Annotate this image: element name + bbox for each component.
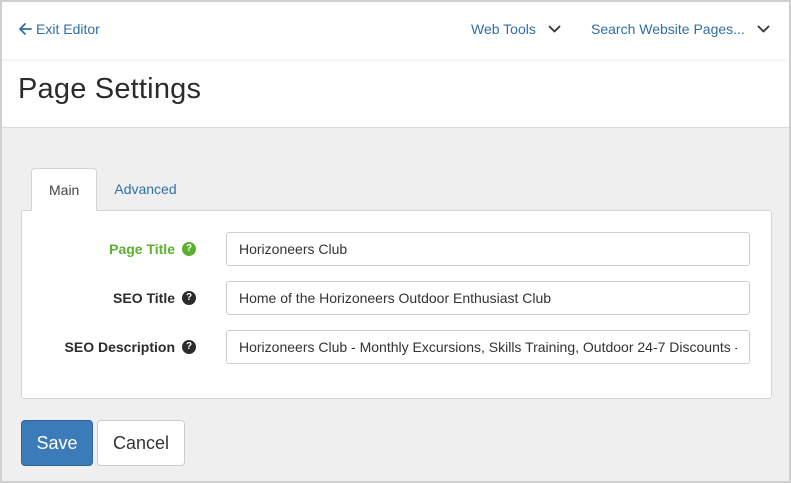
search-pages-dropdown[interactable]: Search Website Pages...	[591, 21, 770, 37]
page-title-label: Page Title ?	[109, 232, 196, 266]
main-settings-panel: Page Title ? SEO Title ? SEO Description…	[21, 210, 772, 399]
web-tools-label: Web Tools	[471, 21, 536, 37]
save-button[interactable]: Save	[21, 420, 93, 466]
seo-description-label-text: SEO Description	[64, 339, 175, 355]
exit-editor-label: Exit Editor	[36, 21, 100, 37]
arrow-left-icon	[19, 23, 32, 35]
chevron-down-icon	[548, 25, 561, 33]
page-title-row: Page Title ?	[22, 232, 771, 266]
tab-advanced[interactable]: Advanced	[97, 168, 193, 211]
web-tools-dropdown[interactable]: Web Tools	[471, 21, 561, 37]
chevron-down-icon	[757, 25, 770, 33]
cancel-button[interactable]: Cancel	[97, 420, 185, 466]
help-icon[interactable]: ?	[182, 242, 196, 256]
page-title-label-text: Page Title	[109, 241, 175, 257]
exit-editor-link[interactable]: Exit Editor	[19, 21, 100, 37]
editor-window: Exit Editor Web Tools Search Website Pag…	[0, 0, 791, 483]
seo-title-label: SEO Title ?	[113, 281, 196, 315]
seo-description-row: SEO Description ?	[22, 330, 771, 364]
tab-main[interactable]: Main	[31, 168, 98, 211]
page-title-input[interactable]	[226, 232, 750, 266]
page-title: Page Settings	[18, 73, 202, 105]
help-icon[interactable]: ?	[182, 340, 196, 354]
seo-title-label-text: SEO Title	[113, 290, 175, 306]
search-pages-label: Search Website Pages...	[591, 21, 745, 37]
seo-title-row: SEO Title ?	[22, 281, 771, 315]
seo-description-label: SEO Description ?	[65, 330, 196, 364]
help-icon[interactable]: ?	[182, 291, 196, 305]
seo-description-input[interactable]	[226, 330, 750, 364]
page-header: Page Settings	[2, 59, 789, 128]
settings-tabs: Main Advanced	[31, 168, 194, 211]
top-nav-bar: Exit Editor Web Tools Search Website Pag…	[2, 2, 789, 59]
seo-title-input[interactable]	[226, 281, 750, 315]
